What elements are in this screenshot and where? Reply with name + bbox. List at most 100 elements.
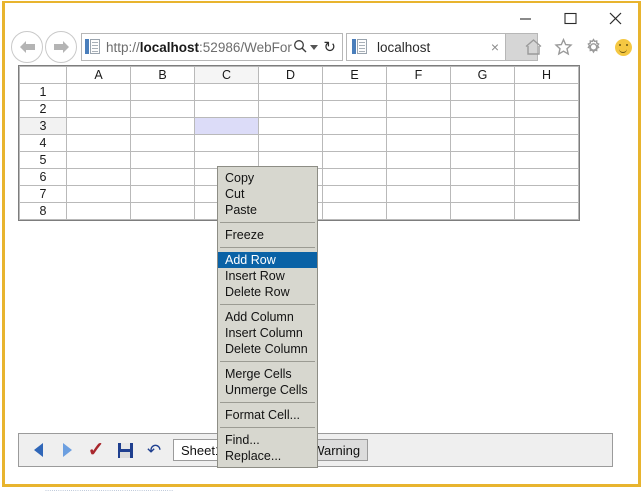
cell-A3[interactable]	[66, 117, 131, 135]
address-bar[interactable]: http://localhost:52986/WebForm1 ↻	[81, 33, 343, 61]
cell-A7[interactable]	[66, 185, 131, 203]
select-all-corner[interactable]	[19, 66, 67, 84]
cell-A6[interactable]	[66, 168, 131, 186]
forward-button[interactable]	[45, 31, 77, 63]
cell-A4[interactable]	[66, 134, 131, 152]
back-button[interactable]	[11, 31, 43, 63]
favorites-button[interactable]	[552, 36, 574, 58]
browser-tab-localhost[interactable]: localhost ×	[346, 33, 506, 61]
cell-F8[interactable]	[386, 202, 451, 220]
cell-H4[interactable]	[514, 134, 579, 152]
menu-item-delete-row[interactable]: Delete Row	[218, 284, 317, 300]
column-header-A[interactable]: A	[66, 66, 131, 84]
row-header-8[interactable]: 8	[19, 202, 67, 220]
cell-H5[interactable]	[514, 151, 579, 169]
cell-C2[interactable]	[194, 100, 259, 118]
row-header-7[interactable]: 7	[19, 185, 67, 203]
cell-B7[interactable]	[130, 185, 195, 203]
menu-item-insert-row[interactable]: Insert Row	[218, 268, 317, 284]
column-header-E[interactable]: E	[322, 66, 387, 84]
cell-G2[interactable]	[450, 100, 515, 118]
tab-close-icon[interactable]: ×	[491, 39, 499, 55]
cell-E8[interactable]	[322, 202, 387, 220]
save-button[interactable]	[115, 439, 135, 461]
cell-B1[interactable]	[130, 83, 195, 101]
cell-D4[interactable]	[258, 134, 323, 152]
menu-item-paste[interactable]: Paste	[218, 202, 317, 218]
cell-F5[interactable]	[386, 151, 451, 169]
cell-B6[interactable]	[130, 168, 195, 186]
cell-H3[interactable]	[514, 117, 579, 135]
search-icon[interactable]	[293, 39, 307, 56]
cell-H2[interactable]	[514, 100, 579, 118]
cell-H1[interactable]	[514, 83, 579, 101]
row-header-2[interactable]: 2	[19, 100, 67, 118]
cell-A8[interactable]	[66, 202, 131, 220]
row-header-5[interactable]: 5	[19, 151, 67, 169]
cell-F6[interactable]	[386, 168, 451, 186]
cell-C4[interactable]	[194, 134, 259, 152]
menu-item-delete-column[interactable]: Delete Column	[218, 341, 317, 357]
cell-A2[interactable]	[66, 100, 131, 118]
cell-E1[interactable]	[322, 83, 387, 101]
cell-F1[interactable]	[386, 83, 451, 101]
cell-B3[interactable]	[130, 117, 195, 135]
column-header-F[interactable]: F	[386, 66, 451, 84]
context-menu[interactable]: Copy Cut Paste Freeze Add Row Insert Row…	[217, 166, 318, 468]
settings-button[interactable]	[582, 36, 604, 58]
menu-item-add-column[interactable]: Add Column	[218, 309, 317, 325]
cell-C1[interactable]	[194, 83, 259, 101]
row-header-3[interactable]: 3	[19, 117, 67, 135]
cell-E3[interactable]	[322, 117, 387, 135]
cell-G6[interactable]	[450, 168, 515, 186]
column-header-H[interactable]: H	[514, 66, 579, 84]
menu-item-insert-column[interactable]: Insert Column	[218, 325, 317, 341]
cell-H8[interactable]	[514, 202, 579, 220]
feedback-button[interactable]	[612, 36, 634, 58]
column-header-B[interactable]: B	[130, 66, 195, 84]
menu-item-replace[interactable]: Replace...	[218, 448, 317, 464]
cell-G8[interactable]	[450, 202, 515, 220]
cell-G5[interactable]	[450, 151, 515, 169]
menu-item-cut[interactable]: Cut	[218, 186, 317, 202]
menu-item-add-row[interactable]: Add Row	[218, 252, 317, 268]
home-button[interactable]	[522, 36, 544, 58]
row-header-1[interactable]: 1	[19, 83, 67, 101]
cell-G3[interactable]	[450, 117, 515, 135]
menu-item-merge-cells[interactable]: Merge Cells	[218, 366, 317, 382]
cell-E5[interactable]	[322, 151, 387, 169]
menu-item-unmerge-cells[interactable]: Unmerge Cells	[218, 382, 317, 398]
cell-G4[interactable]	[450, 134, 515, 152]
cell-F7[interactable]	[386, 185, 451, 203]
cell-E4[interactable]	[322, 134, 387, 152]
menu-item-format-cell[interactable]: Format Cell...	[218, 407, 317, 423]
cell-C3[interactable]	[194, 117, 259, 135]
cell-B5[interactable]	[130, 151, 195, 169]
cell-D2[interactable]	[258, 100, 323, 118]
undo-button[interactable]: ↷	[144, 439, 164, 461]
column-header-G[interactable]: G	[450, 66, 515, 84]
menu-item-freeze[interactable]: Freeze	[218, 227, 317, 243]
cell-B2[interactable]	[130, 100, 195, 118]
previous-sheet-button[interactable]	[28, 439, 48, 461]
menu-item-copy[interactable]: Copy	[218, 170, 317, 186]
chevron-down-icon[interactable]	[310, 44, 319, 50]
cell-D1[interactable]	[258, 83, 323, 101]
cell-A1[interactable]	[66, 83, 131, 101]
cell-E2[interactable]	[322, 100, 387, 118]
cell-G1[interactable]	[450, 83, 515, 101]
cell-G7[interactable]	[450, 185, 515, 203]
cell-F2[interactable]	[386, 100, 451, 118]
menu-item-find[interactable]: Find...	[218, 432, 317, 448]
confirm-button[interactable]: ✓	[86, 439, 106, 461]
row-header-4[interactable]: 4	[19, 134, 67, 152]
cell-E6[interactable]	[322, 168, 387, 186]
cell-B8[interactable]	[130, 202, 195, 220]
column-header-C[interactable]: C	[194, 66, 259, 84]
cell-B4[interactable]	[130, 134, 195, 152]
cell-F4[interactable]	[386, 134, 451, 152]
cell-H7[interactable]	[514, 185, 579, 203]
cell-A5[interactable]	[66, 151, 131, 169]
next-sheet-button[interactable]	[57, 439, 77, 461]
refresh-button[interactable]: ↻	[323, 38, 336, 56]
